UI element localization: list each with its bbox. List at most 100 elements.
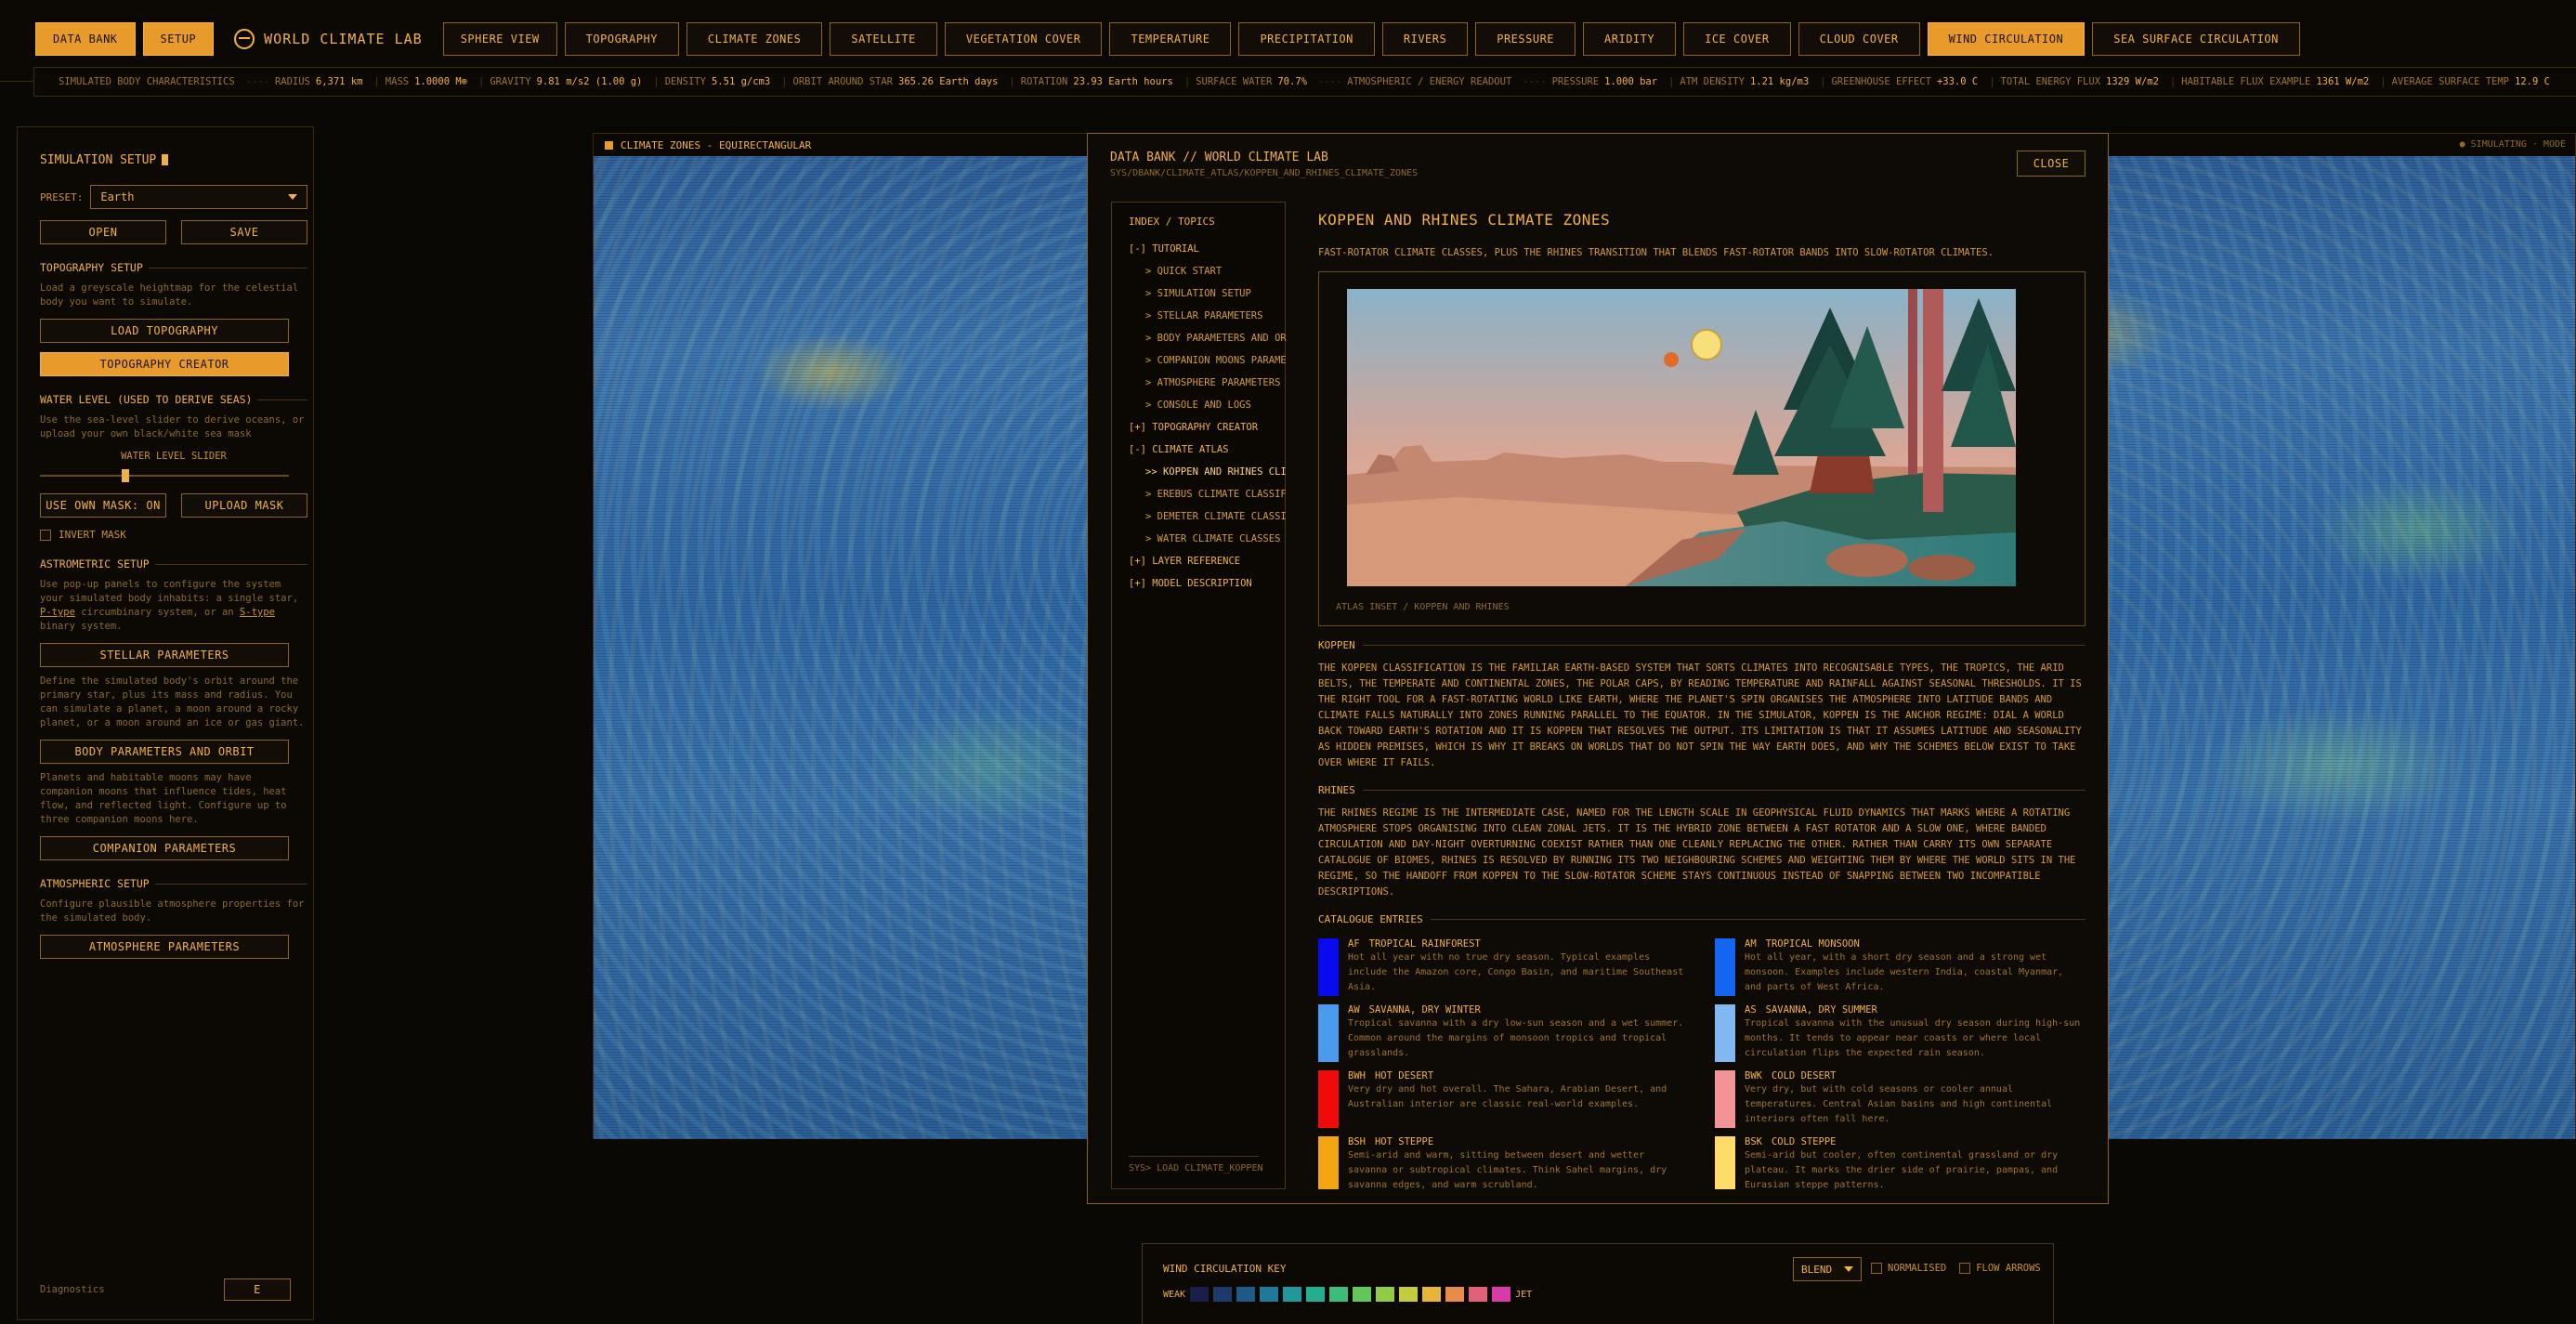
habitable-label: HABITABLE FLUX EXAMPLE xyxy=(2181,76,2311,87)
index-item[interactable]: > SIMULATION SETUP xyxy=(1129,282,1287,305)
atm-density-label: ATM DENSITY xyxy=(1680,76,1745,87)
normalised-checkbox[interactable] xyxy=(1871,1263,1882,1274)
blend-select[interactable]: BLEND xyxy=(1793,1257,1862,1281)
atmosphere-parameters-button[interactable]: ATMOSPHERE PARAMETERS xyxy=(40,935,289,959)
entry-desc: Tropical savanna with the unusual dry se… xyxy=(1745,1018,2081,1058)
index-item[interactable]: [-] TUTORIAL xyxy=(1129,238,1287,260)
map-status: ● SIMULATING · MODE xyxy=(2459,139,2566,150)
setup-title: SIMULATION SETUP xyxy=(40,146,307,174)
atmospheric-section: ATMOSPHERIC SETUP xyxy=(40,877,307,890)
tab-aridity[interactable]: ARIDITY xyxy=(1583,22,1677,56)
close-button[interactable]: CLOSE xyxy=(2017,151,2086,177)
atmo-readout-label: ATMOSPHERIC / ENERGY READOUT xyxy=(1347,76,1512,87)
body-parameters-button[interactable]: BODY PARAMETERS AND ORBIT xyxy=(40,740,289,764)
save-button[interactable]: SAVE xyxy=(181,220,307,244)
color-swatch xyxy=(1715,1070,1735,1128)
upload-mask-button[interactable]: UPLOAD MASK xyxy=(181,493,307,518)
stellar-parameters-button[interactable]: STELLAR PARAMETERS xyxy=(40,643,289,667)
normalised-option[interactable]: NORMALISED xyxy=(1871,1263,1946,1274)
water-level-slider[interactable] xyxy=(40,469,289,482)
open-button[interactable]: OPEN xyxy=(40,220,166,244)
sphere-view-button[interactable]: SPHERE VIEW xyxy=(442,22,557,56)
entry-title: BSH HOT STEPPE xyxy=(1348,1136,1434,1147)
astrometric-section: ASTROMETRIC SETUP xyxy=(40,557,307,570)
index-title: INDEX / TOPICS xyxy=(1129,216,1215,228)
index-item[interactable]: > BODY PARAMETERS AND ORBI xyxy=(1129,327,1287,349)
gravity-label: GRAVITY xyxy=(490,76,531,87)
diagnostics-row: Diagnostics E xyxy=(40,1278,291,1301)
use-own-mask-toggle[interactable]: USE OWN MASK: ON xyxy=(40,493,166,518)
preset-select[interactable]: Earth xyxy=(90,185,307,209)
index-item[interactable]: [+] LAYER REFERENCE xyxy=(1129,550,1287,572)
topography-desc: Load a greyscale heightmap for the celes… xyxy=(40,282,299,308)
tab-cloud-cover[interactable]: CLOUD COVER xyxy=(1798,22,1920,56)
square-icon xyxy=(605,140,613,150)
catalogue-entry: BSH HOT STEPPE Semi-arid and warm, sitting… xyxy=(1318,1136,1689,1189)
tab-topography[interactable]: TOPOGRAPHY xyxy=(564,22,679,56)
index-item[interactable]: [+] MODEL DESCRIPTION xyxy=(1129,572,1287,595)
brand: WORLD CLIMATE LAB xyxy=(221,22,436,56)
catalogue-entry: AF TROPICAL RAINFOREST Hot all year with n… xyxy=(1318,938,1689,997)
catalogue-entry: BWK COLD DESERT Very dry, but with cold se… xyxy=(1715,1070,2086,1129)
slider-handle[interactable] xyxy=(122,469,129,482)
index-item[interactable]: [-] CLIMATE ATLAS xyxy=(1129,439,1287,461)
tab-climate-zones[interactable]: CLIMATE ZONES xyxy=(686,22,823,56)
water-slider-label: WATER LEVEL SLIDER xyxy=(121,451,227,462)
tab-rivers[interactable]: RIVERS xyxy=(1381,22,1469,56)
s-type-link[interactable]: S-type xyxy=(240,607,275,618)
index-item[interactable]: > DEMETER CLIMATE CLASSIFI xyxy=(1129,505,1287,528)
load-topography-button[interactable]: LOAD TOPOGRAPHY xyxy=(40,319,289,343)
entry-title: AW SAVANNA, DRY WINTER xyxy=(1348,1004,1481,1016)
catalogue-entry: AW SAVANNA, DRY WINTER Tropical savanna wi… xyxy=(1318,1004,1689,1063)
index-item[interactable]: > EREBUS CLIMATE CLASSIFIC xyxy=(1129,483,1287,505)
index-item[interactable]: > STELLAR PARAMETERS xyxy=(1129,305,1287,327)
tab-precipitation[interactable]: PRECIPITATION xyxy=(1238,22,1375,56)
data-bank-button[interactable]: DATA BANK xyxy=(35,22,136,56)
tab-vegetation-cover[interactable]: VEGETATION COVER xyxy=(944,22,1103,56)
index-item[interactable]: > ATMOSPHERE PARAMETERS xyxy=(1129,372,1287,394)
entry-title: AF TROPICAL RAINFOREST xyxy=(1348,938,1481,950)
tab-ice-cover[interactable]: ICE COVER xyxy=(1683,22,1791,56)
setup-button[interactable]: SETUP xyxy=(142,22,215,56)
catalogue-entries: AF TROPICAL RAINFOREST Hot all year with n… xyxy=(1318,938,2086,1189)
atm-density-value: 1.21 kg/m3 xyxy=(1749,76,1810,87)
diagnostics-button[interactable]: E xyxy=(224,1278,291,1301)
greenhouse-label: GREENHOUSE EFFECT xyxy=(1831,76,1931,87)
invert-mask-checkbox[interactable] xyxy=(40,529,51,541)
tab-wind-circulation[interactable]: WIND CIRCULATION xyxy=(1927,22,2086,56)
companion-parameters-button[interactable]: COMPANION PARAMETERS xyxy=(40,836,289,860)
data-bank-modal: DATA BANK // WORLD CLIMATE LAB SYS/DBANK… xyxy=(1087,133,2109,1204)
index-panel: INDEX / TOPICS [-] TUTORIAL > QUICK START… xyxy=(1111,202,1287,1189)
rotation-label: ROTATION xyxy=(1020,76,1068,87)
greenhouse-value: +33.0 C xyxy=(1936,76,1979,87)
index-item[interactable]: > QUICK START xyxy=(1129,260,1287,282)
index-item[interactable]: [+] TOPOGRAPHY CREATOR xyxy=(1129,416,1287,439)
color-swatch xyxy=(1715,938,1735,996)
topography-creator-button[interactable]: TOPOGRAPHY CREATOR xyxy=(40,352,289,376)
modal-path: SYS/DBANK/CLIMATE_ATLAS/KOPPEN_AND_RHINE… xyxy=(1110,168,1419,178)
chevron-down-icon xyxy=(1844,1266,1853,1272)
koppen-body: THE KOPPEN CLASSIFICATION IS THE FAMILIA… xyxy=(1318,662,2082,768)
flow-arrows-option[interactable]: FLOW ARROWS xyxy=(1959,1263,2041,1274)
diagnostics-label: Diagnostics xyxy=(40,1284,105,1295)
koppen-heading: KOPPEN xyxy=(1318,639,2086,651)
index-item[interactable]: > WATER CLIMATE CLASSES xyxy=(1129,528,1287,550)
mass-label: MASS xyxy=(385,76,410,87)
p-type-link[interactable]: P-type xyxy=(40,607,75,618)
flow-arrows-checkbox[interactable] xyxy=(1959,1263,1971,1274)
index-item[interactable]: >> KOPPEN AND RHINES CLIMA xyxy=(1129,461,1287,483)
tab-sea-surface-circulation[interactable]: SEA SURFACE CIRCULATION xyxy=(2092,22,2300,56)
color-swatch xyxy=(1318,1004,1339,1062)
body-desc: Define the simulated body's orbit around… xyxy=(40,675,305,728)
article-lead: FAST-ROTATOR CLIMATE CLASSES, PLUS THE R… xyxy=(1318,247,1994,258)
index-item[interactable]: > COMPANION MOONS PARAMETE xyxy=(1129,349,1287,372)
density-value: 5.51 g/cm3 xyxy=(711,76,771,87)
index-item[interactable]: > CONSOLE AND LOGS xyxy=(1129,394,1287,416)
tab-satellite[interactable]: SATELLITE xyxy=(830,22,937,56)
figure-caption: ATLAS INSET / KOPPEN AND RHINES xyxy=(1336,602,1510,612)
tab-pressure[interactable]: PRESSURE xyxy=(1475,22,1576,56)
scale-swatch xyxy=(1469,1287,1488,1302)
tab-temperature[interactable]: TEMPERATURE xyxy=(1109,22,1232,56)
simulation-setup-panel: SIMULATION SETUP PRESET: Earth OPEN SAVE… xyxy=(17,126,314,1320)
rhines-heading: RHINES xyxy=(1318,784,2086,796)
